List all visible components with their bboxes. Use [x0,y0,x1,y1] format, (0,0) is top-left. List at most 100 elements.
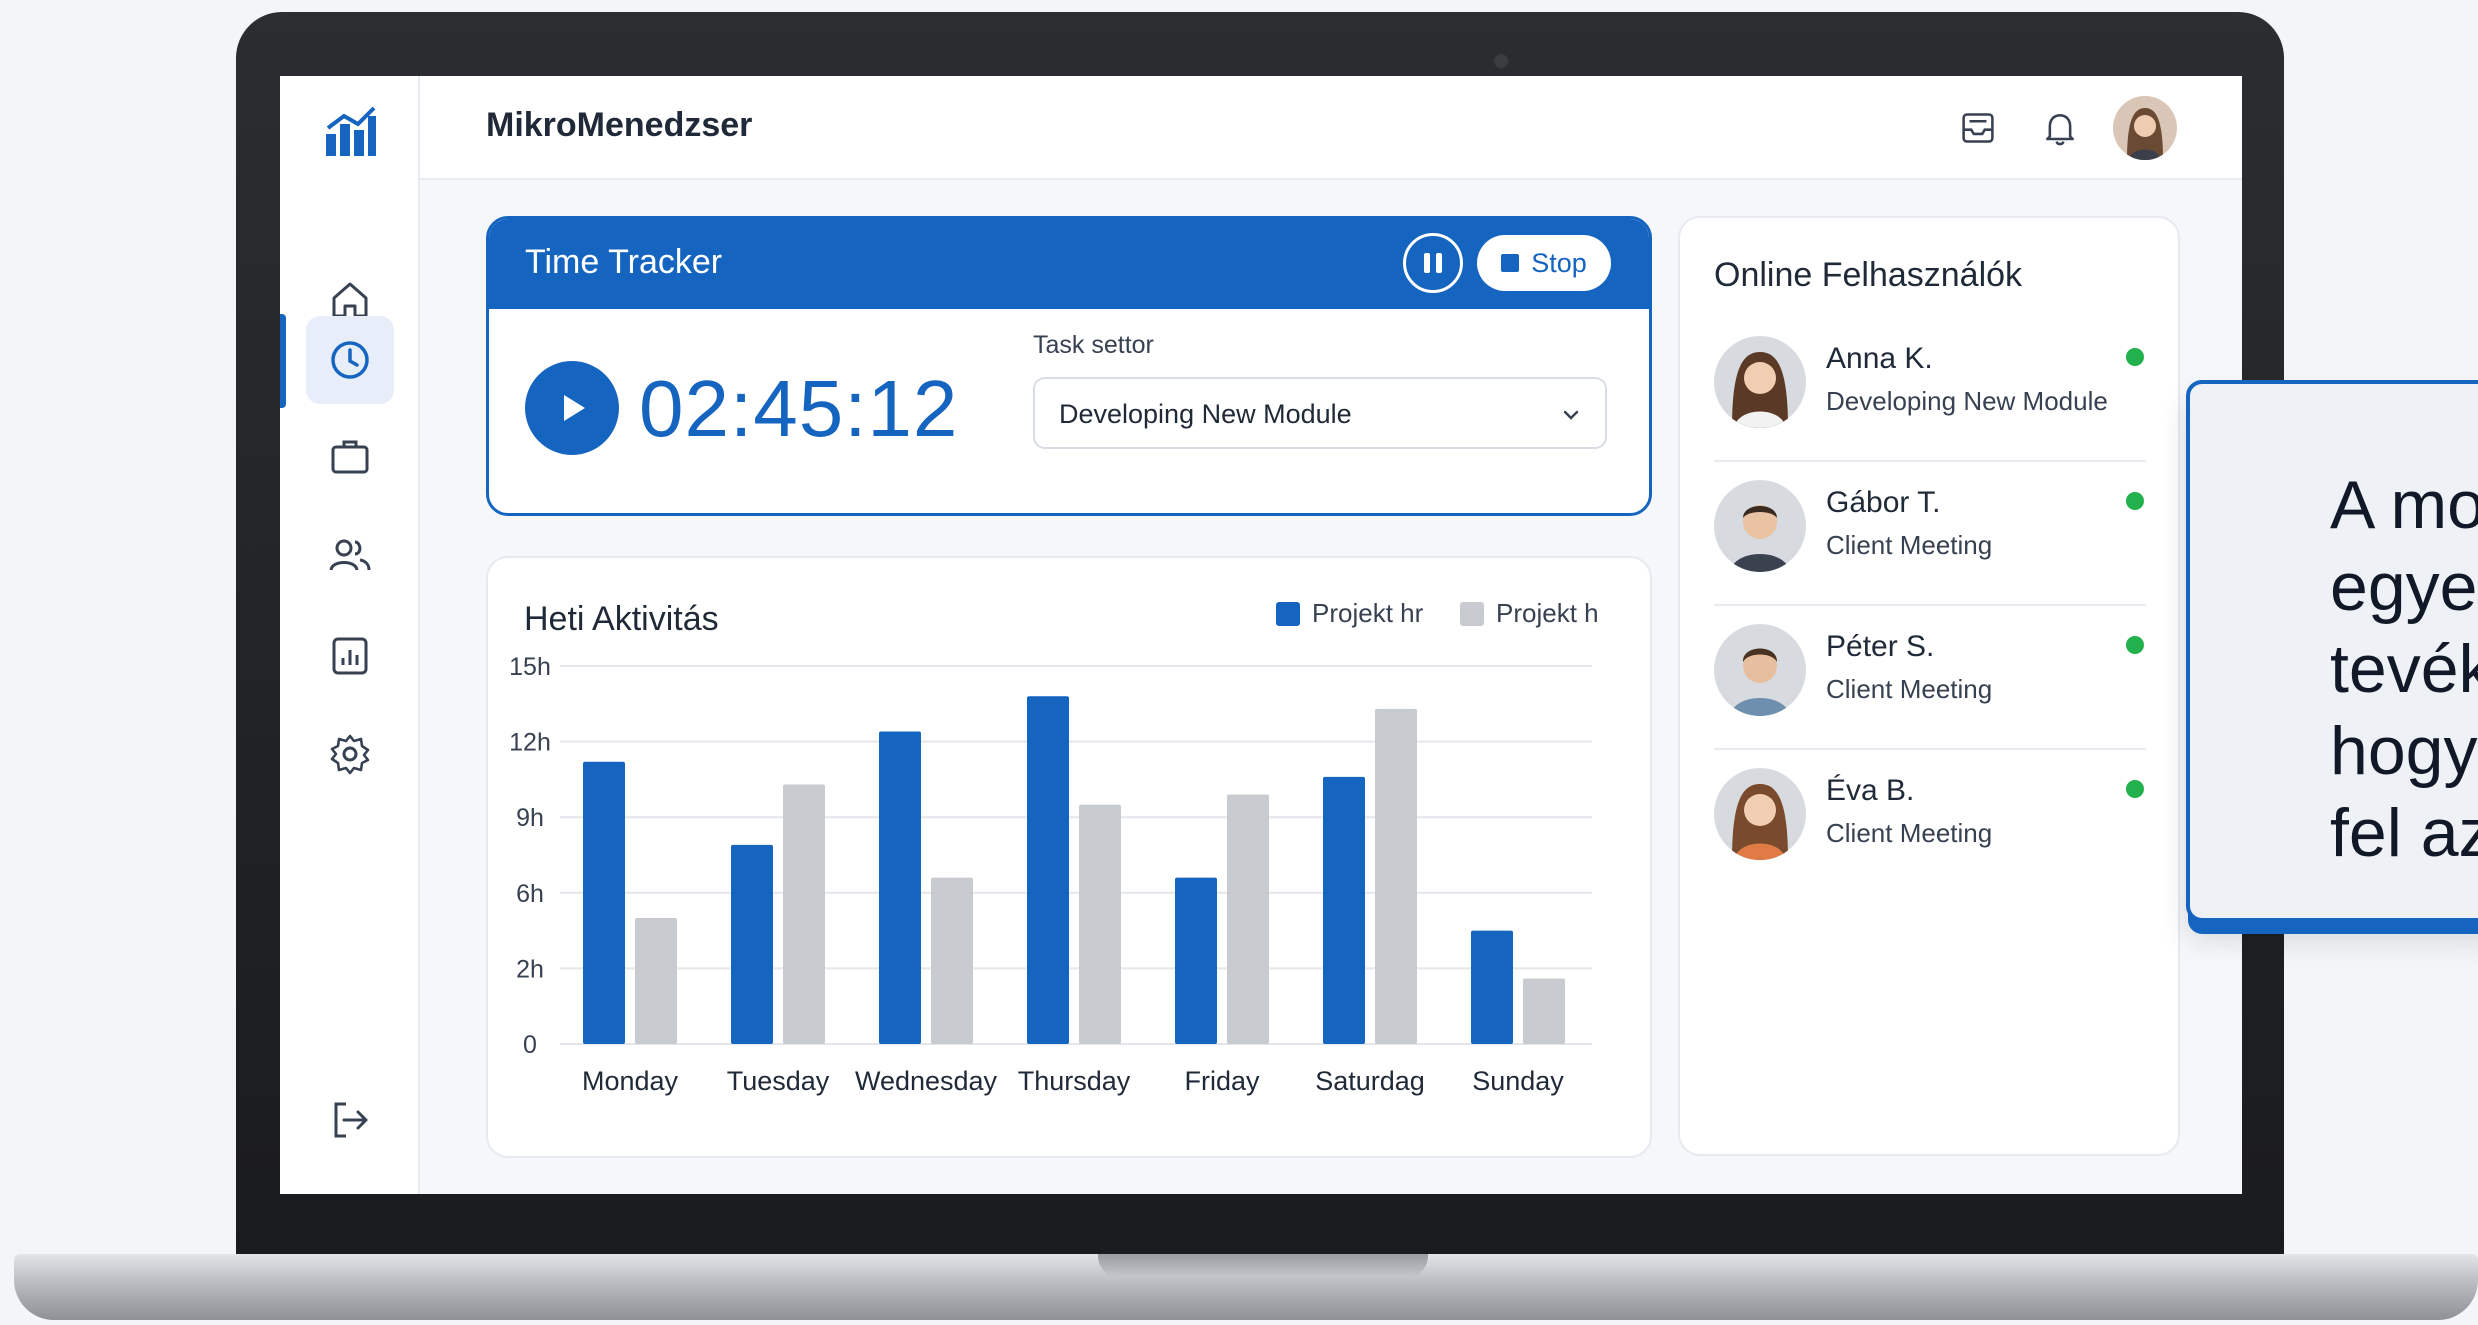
inbox-button[interactable] [1952,102,2004,154]
x-tick-label: Saturdag [1315,1066,1425,1096]
x-tick-label: Friday [1184,1066,1260,1096]
play-button[interactable] [525,361,619,455]
stop-button[interactable]: Stop [1477,235,1611,291]
y-tick-label: 12h [509,729,551,757]
callout-line: fel az [2330,795,2478,871]
callout-line: hogy [2330,713,2478,789]
x-tick-label: Tuesday [727,1066,830,1096]
chart-title: Heti Aktivitás [524,600,719,638]
bar-projekt-h [1227,794,1269,1044]
user-avatar [1714,336,1806,428]
online-users-card: Online Felhasználók Anna K. Developing N… [1678,216,2180,1156]
online-status-dot [2126,348,2144,366]
bar-projekt-h [783,784,825,1044]
play-icon [564,395,585,421]
bar-projekt-h [1523,978,1565,1044]
y-tick-label: 6h [516,880,544,908]
bar-projekt-h [1375,708,1417,1044]
pause-icon [1424,253,1430,273]
callout-line: A mo [2330,467,2478,543]
sidebar [280,76,420,1194]
online-status-dot [2126,636,2144,654]
timer-display: 02:45:12 [639,364,959,453]
y-tick-label: 2h [516,955,544,983]
active-indicator [280,314,286,408]
user-avatar [1714,768,1806,860]
chevron-down-icon [1563,410,1579,420]
clock-icon [331,341,369,379]
task-select-value: Developing New Module [1059,399,1352,429]
sidebar-item-reports[interactable] [306,612,394,700]
camera [1494,54,1508,68]
user-name: Anna K. [1826,342,1933,375]
y-tick-label: 0 [523,1031,537,1059]
user-task: Client Meeting [1826,818,1993,848]
info-callout: A mo egyes tevék hogy fel az [2186,380,2478,922]
bar-projekt-hr [879,731,921,1044]
sidebar-item-projects[interactable] [306,412,394,500]
online-users-title: Online Felhasználók [1714,256,2023,294]
time-tracker-header: Time Tracker Stop [489,219,1649,309]
briefcase-icon [331,440,369,474]
logout-icon [334,1102,368,1138]
online-status-dot [2126,492,2144,510]
x-tick-label: Wednesday [855,1066,998,1096]
user-row[interactable]: Péter S. Client Meeting [1714,606,2146,750]
callout-line: tevék [2330,631,2478,707]
app-title: MikroMenedzser [486,106,753,144]
pause-button[interactable] [1403,233,1463,293]
user-row[interactable]: Éva B. Client Meeting [1714,750,2146,894]
legend-swatch-2 [1460,601,1484,626]
user-avatar [1714,480,1806,572]
weekly-activity-card: 15h 12h 9h 6h 2h 0 Monday Tuesday Wednesday Thurs… [486,556,1652,1158]
stop-label: Stop [1531,247,1587,278]
bar-projekt-hr [731,844,773,1044]
online-status-dot [2126,780,2144,798]
legend-label-1: Projekt hr [1312,598,1424,628]
laptop-notch [1098,1254,1428,1278]
bar-projekt-h [1079,804,1121,1044]
legend-swatch-1 [1276,601,1300,626]
bell-icon [2046,114,2074,146]
bar-projekt-hr [1471,930,1513,1044]
task-select[interactable]: Developing New Module [1033,377,1607,449]
notifications-button[interactable] [2034,102,2086,154]
x-tick-label: Sunday [1472,1066,1564,1096]
bar-projekt-h [931,877,973,1044]
user-task: Client Meeting [1826,674,1993,704]
bar-projekt-h [635,918,677,1044]
bar-projekt-hr [1027,696,1069,1044]
task-select-label: Task settor [1033,331,1154,359]
x-tick-label: Thursday [1018,1066,1131,1096]
stop-icon [1501,254,1520,272]
x-tick-label: Monday [582,1066,679,1096]
topbar: MikroMenedzser [420,76,2242,180]
report-icon [332,637,368,675]
sidebar-item-time[interactable] [306,316,394,404]
sidebar-item-users[interactable] [306,512,394,600]
users-icon [329,539,371,571]
callout-line: egyes [2330,549,2478,625]
app-screen: MikroMenedzser Time Tracker Stop 02:45:1… [280,76,2242,1194]
user-task: Client Meeting [1826,530,1993,560]
sidebar-item-settings[interactable] [306,710,394,798]
time-tracker-card: Time Tracker Stop 02:45:12 Task settor D… [486,216,1652,516]
legend-label-2: Projekt h [1496,598,1599,628]
legend-item-1: Projekt hr [1276,598,1423,629]
user-task: Developing New Module [1826,386,2108,416]
y-tick-label: 9h [516,804,544,832]
time-tracker-title: Time Tracker [525,243,723,281]
logo-icon [322,104,378,160]
bar-projekt-hr [1323,776,1365,1044]
user-row[interactable]: Gábor T. Client Meeting [1714,462,2146,606]
user-name: Éva B. [1826,774,1915,807]
legend-item-2: Projekt h [1460,598,1599,629]
avatar[interactable] [2113,96,2177,160]
logout-button[interactable] [306,1076,394,1164]
user-row[interactable]: Anna K. Developing New Module [1714,318,2146,462]
inbox-icon [1962,113,1994,143]
bar-projekt-hr [583,761,625,1044]
y-tick-label: 15h [509,653,551,681]
weekly-activity-chart: 15h 12h 9h 6h 2h 0 Monday Tuesday Wednesday Thurs… [509,653,1592,1096]
bar-projekt-hr [1175,877,1217,1044]
